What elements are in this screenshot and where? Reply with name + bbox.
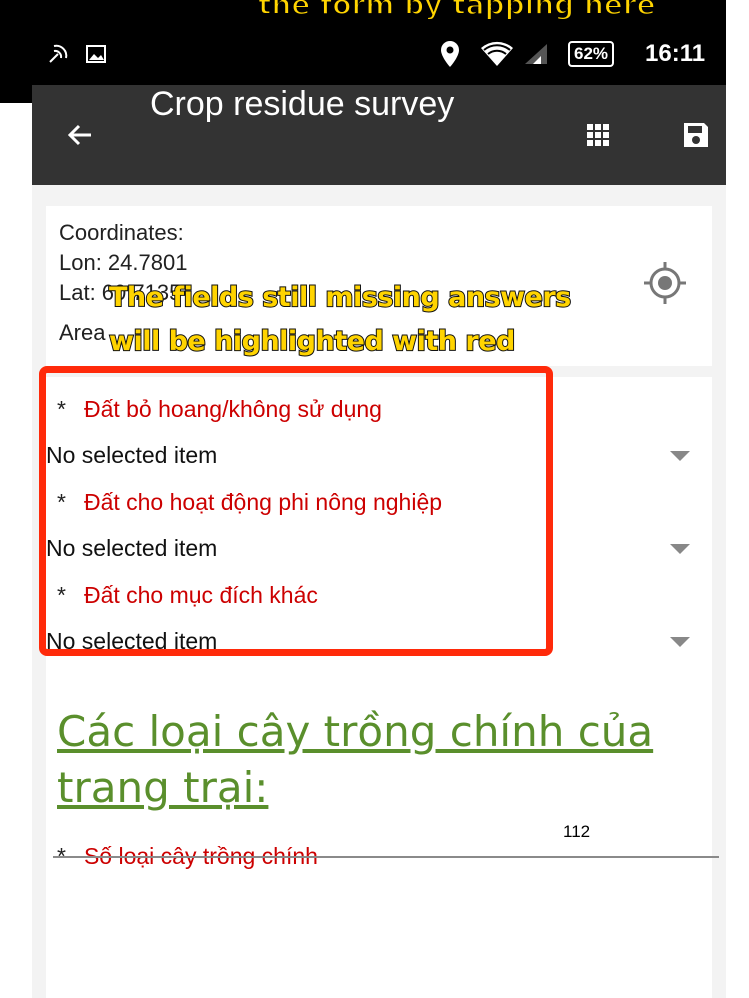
longitude: Lon: 24.7801 — [59, 250, 188, 275]
location-pin-icon — [440, 22, 460, 85]
back-arrow-icon[interactable] — [58, 85, 102, 185]
save-icon[interactable] — [674, 85, 718, 185]
banner-text: the form by tapping here — [257, 0, 657, 22]
missing-fields-highlight — [39, 366, 553, 656]
grid-icon[interactable] — [576, 85, 620, 185]
status-bar: 62% 16:11 — [32, 22, 726, 85]
battery-indicator: 62% — [568, 40, 615, 67]
area-label: Area — [59, 320, 106, 345]
caption-line-1: The fields still missing answers — [108, 281, 572, 314]
status-time: 16:11 — [645, 39, 706, 67]
app-bar: Crop residue survey — [32, 85, 726, 185]
chevron-down-icon[interactable] — [670, 544, 690, 554]
section-title-main-crops: Các loại cây trồng chính của trang trại: — [57, 707, 654, 812]
coordinates-label: Coordinates: — [59, 220, 184, 245]
signal-icon — [523, 22, 549, 85]
app-title: Crop residue survey — [150, 85, 455, 123]
crop-count-input-underline — [53, 856, 719, 858]
wifi-icon — [480, 22, 514, 85]
nfc-icon — [46, 22, 70, 85]
image-icon — [84, 22, 108, 85]
crop-count-value[interactable]: 112 — [563, 822, 590, 842]
chevron-down-icon[interactable] — [670, 451, 690, 461]
caption-line-2: will be highlighted with red — [108, 325, 516, 358]
chevron-down-icon[interactable] — [670, 637, 690, 647]
top-banner: the form by tapping here — [0, 0, 726, 22]
